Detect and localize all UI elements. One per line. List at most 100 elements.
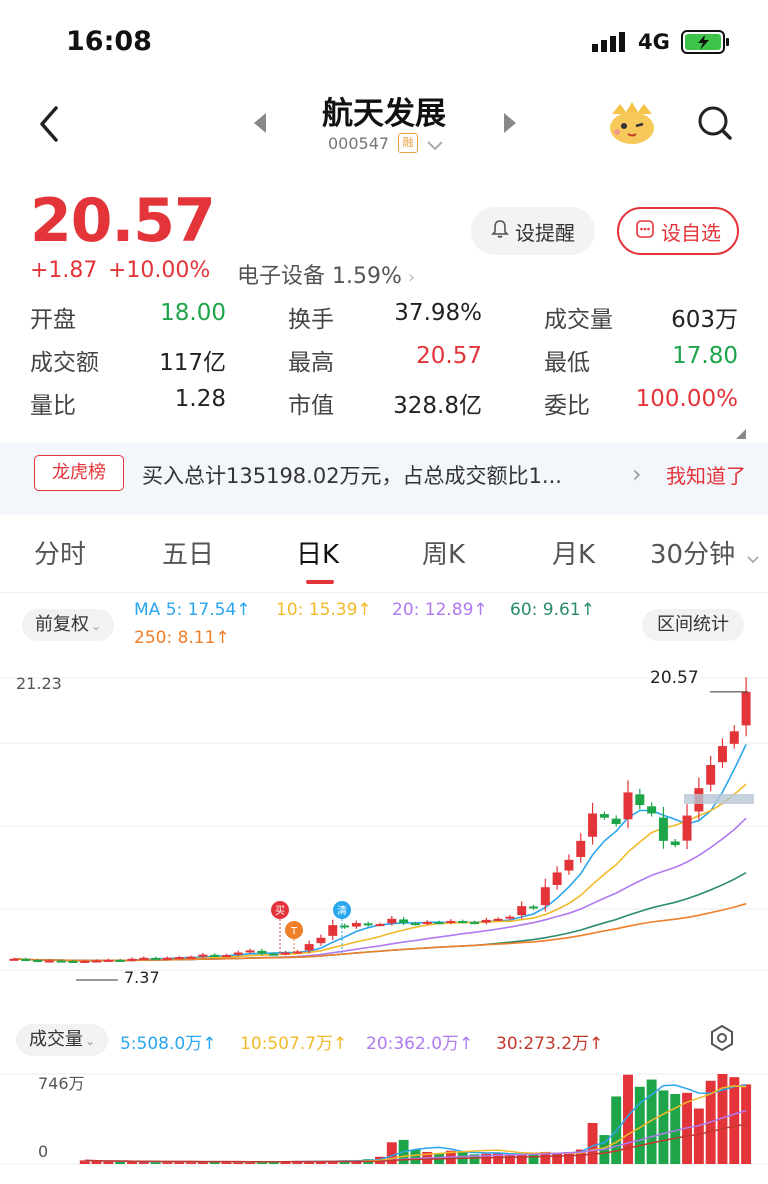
tab-intraday[interactable]: 分时 [34, 534, 86, 571]
candle-body [316, 937, 326, 944]
stat-value: 37.98% [394, 300, 482, 326]
add-watchlist-button[interactable]: 设自选 [617, 207, 739, 255]
candle-body [611, 818, 621, 824]
candle-body [21, 958, 31, 961]
status-time: 16:08 [66, 26, 152, 57]
candle-body [221, 955, 231, 958]
candle-body [387, 918, 397, 924]
stat-value: 100.00% [635, 386, 738, 412]
volume-bar [516, 1154, 527, 1164]
candle-body [410, 923, 420, 926]
add-watchlist-label: 设自选 [661, 220, 721, 245]
chevron-down-icon: ⌄ [84, 1034, 96, 1048]
chevron-down-icon: ⌄ [90, 619, 102, 633]
banner-text: 买入总计135198.02万元，占总成交额比1... [142, 464, 562, 488]
search-icon[interactable] [696, 104, 734, 142]
chevron-down-icon[interactable] [426, 137, 444, 151]
volume-bar [658, 1090, 669, 1164]
candlestick-chart[interactable]: 买T 清 [0, 660, 768, 1000]
mascot-icon[interactable] [606, 100, 658, 146]
stock-code: 000547 [328, 134, 390, 153]
candle-body [115, 959, 125, 962]
ma-line-2 [13, 817, 747, 962]
ma60-legend: 60: 9.61↑ [510, 600, 595, 620]
candle-body [576, 840, 586, 857]
candle-body [210, 954, 220, 957]
candle-body [529, 906, 539, 909]
candle-body [706, 765, 716, 785]
volume-bar [127, 1161, 137, 1164]
next-stock-icon[interactable] [502, 113, 518, 133]
volume-indicator-select[interactable]: 成交量 ⌄ [16, 1024, 108, 1056]
volume-zero-label: 0 [38, 1142, 49, 1161]
trade-marker-label: T [290, 926, 298, 937]
stat-value: 1.28 [174, 386, 226, 412]
tab-weekly-k[interactable]: 周K [422, 534, 465, 571]
candle-body [80, 960, 90, 963]
candle-body [647, 806, 657, 814]
vol-ma30-legend: 30:273.2万↑ [496, 1034, 604, 1054]
candle-body [623, 792, 633, 820]
tab-five-day[interactable]: 五日 [162, 534, 214, 571]
candle-body [434, 922, 444, 925]
sector-link[interactable]: 电子设备 1.59% › [237, 258, 415, 290]
candle-body [469, 922, 479, 925]
ma250-legend: 250: 8.11↑ [134, 628, 230, 648]
expand-corner-icon[interactable] [736, 424, 746, 439]
adjust-mode-select[interactable]: 前复权 ⌄ [22, 609, 114, 641]
price-low-label: 7.37 [124, 968, 160, 987]
candle-body [68, 961, 78, 964]
ma-line-1 [13, 783, 747, 962]
chevron-right-icon[interactable]: › [632, 460, 642, 488]
vol-ma10-legend: 10:507.7万↑ [240, 1034, 348, 1054]
price-high-label: 20.57 [650, 668, 699, 688]
volume-bar [103, 1161, 114, 1164]
stat-value: 328.8亿 [393, 393, 482, 419]
candle-body [127, 958, 137, 961]
volume-chart[interactable] [0, 1064, 768, 1174]
candle-body [9, 958, 19, 961]
stat-label: 量比 [30, 393, 76, 419]
volume-bar [504, 1154, 515, 1164]
settings-icon[interactable] [708, 1024, 736, 1052]
stat-label: 开盘 [30, 307, 76, 333]
trade-marker-label: 买 [275, 905, 285, 917]
volume-bar [587, 1122, 598, 1164]
stat-label: 市值 [288, 393, 334, 419]
candle-body [304, 944, 314, 951]
tab-daily-k[interactable]: 日K [296, 534, 339, 571]
price-change: +1.87 [30, 258, 98, 283]
stat-value: 117亿 [159, 350, 226, 376]
trade-marker-label: 清 [337, 904, 347, 917]
ma10-legend: 10: 15.39↑ [276, 600, 372, 620]
candle-body [682, 815, 692, 841]
candle-body [458, 921, 468, 924]
tab-monthly-k[interactable]: 月K [552, 534, 595, 571]
tab-30-minute[interactable]: 30分钟 [650, 534, 735, 571]
volume-label: 成交量 [28, 1029, 83, 1050]
candle-body [92, 960, 102, 963]
stat-label: 委比 [544, 393, 590, 419]
dismiss-banner-button[interactable]: 我知道了 [666, 460, 746, 489]
stat-value: 17.80 [672, 343, 738, 369]
ma-line-0 [13, 744, 747, 962]
divider [0, 592, 768, 593]
chevron-down-icon[interactable] [746, 550, 760, 564]
watchlist-icon [635, 219, 655, 244]
candle-body [162, 957, 172, 960]
set-alert-label: 设提醒 [515, 220, 575, 245]
ma5-legend: MA 5: 17.54↑ [134, 600, 251, 620]
stat-label: 成交额 [30, 350, 99, 376]
set-alert-button[interactable]: 设提醒 [471, 207, 595, 255]
vol-ma5-legend: 5:508.0万↑ [120, 1034, 217, 1054]
range-stats-button[interactable]: 区间统计 [642, 609, 744, 641]
candle-body [505, 916, 515, 919]
candle-body [198, 954, 208, 957]
stat-value: 20.57 [416, 343, 482, 369]
volume-bar [670, 1094, 681, 1164]
candle-body [351, 923, 361, 927]
candle-body [729, 731, 739, 744]
stat-label: 最高 [288, 350, 334, 376]
price-top-label: 21.23 [16, 674, 62, 693]
candle-body [599, 814, 609, 818]
